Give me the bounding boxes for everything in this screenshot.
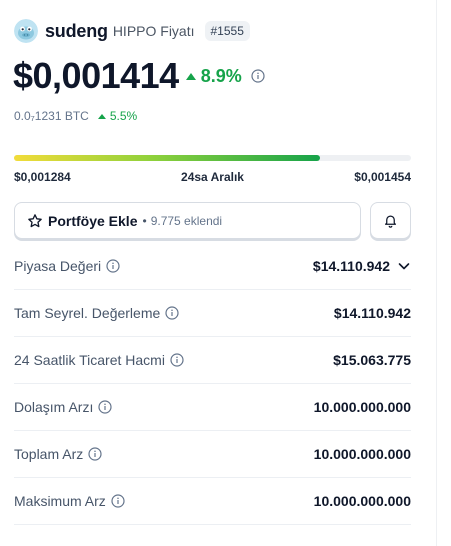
panel-divider: [436, 0, 437, 546]
stat-label: Tam Seyrel. Değerleme: [14, 305, 179, 321]
info-icon[interactable]: [88, 447, 102, 461]
range-labels: $0,001284 24sa Aralık $0,001454: [14, 170, 411, 186]
range-label: 24sa Aralık: [181, 170, 244, 184]
stat-row-max-supply: Maksimum Arz 10.000.000.000: [14, 478, 411, 525]
info-icon[interactable]: [165, 306, 179, 320]
stat-label: Piyasa Değeri: [14, 258, 120, 274]
range-bar: [14, 155, 411, 161]
range-low: $0,001284: [14, 170, 71, 184]
stat-value[interactable]: $14.110.942: [313, 258, 411, 274]
price-row: $0,001414 8.9%: [13, 55, 265, 96]
stat-label-text: Dolaşım Arzı: [14, 399, 94, 415]
stat-label: Maksimum Arz: [14, 493, 125, 509]
caret-up-icon: [185, 72, 196, 80]
portfolio-label: Portföye Ekle: [48, 212, 138, 229]
price-change: 8.9%: [185, 65, 242, 87]
btc-price: 0.0₇1231 BTC: [14, 109, 89, 123]
stat-label: Toplam Arz: [14, 446, 102, 462]
stat-value: $14.110.942: [333, 305, 411, 321]
stat-label: 24 Saatlik Ticaret Hacmi: [14, 352, 184, 368]
coin-header: sudeng HIPPO Fiyatı #1555: [14, 18, 250, 44]
info-icon[interactable]: [111, 494, 125, 508]
rank-badge: #1555: [204, 21, 250, 41]
current-price: $0,001414: [13, 55, 179, 96]
stat-label-text: Tam Seyrel. Değerleme: [14, 305, 161, 321]
stat-label-text: Toplam Arz: [14, 446, 84, 462]
stat-label-text: Maksimum Arz: [14, 493, 106, 509]
star-icon: [27, 213, 43, 229]
price-alert-button[interactable]: [370, 202, 411, 239]
info-icon[interactable]: [170, 353, 184, 367]
stat-value: $15.063.775: [333, 352, 411, 368]
price-change-value: 8.9%: [200, 65, 242, 86]
stat-row-fdv: Tam Seyrel. Değerleme $14.110.942: [14, 290, 411, 337]
portfolio-count: 9.775 eklendi: [150, 213, 223, 228]
stat-row-circulating-supply: Dolaşım Arzı 10.000.000.000: [14, 384, 411, 431]
stat-row-market-cap: Piyasa Değeri $14.110.942: [14, 243, 411, 290]
stat-row-volume: 24 Saatlik Ticaret Hacmi $15.063.775: [14, 337, 411, 384]
add-to-portfolio-button[interactable]: Portföye Ekle • 9.775 eklendi: [14, 202, 361, 239]
range-high: $0,001454: [354, 170, 411, 184]
info-icon[interactable]: [98, 400, 112, 414]
coin-subtitle: HIPPO Fiyatı: [112, 23, 195, 39]
caret-up-icon: [97, 113, 106, 119]
stats-list: Piyasa Değeri $14.110.942 Tam Seyrel. De…: [14, 243, 411, 525]
separator-dot: •: [142, 213, 147, 228]
stat-label: Dolaşım Arzı: [14, 399, 112, 415]
info-icon[interactable]: [251, 69, 265, 83]
stat-row-total-supply: Toplam Arz 10.000.000.000: [14, 431, 411, 478]
range-bar-fill: [14, 155, 320, 161]
stat-value: 10.000.000.000: [313, 399, 411, 415]
stat-label-text: 24 Saatlik Ticaret Hacmi: [14, 352, 165, 368]
btc-change: 5.5%: [97, 109, 138, 123]
stat-value: 10.000.000.000: [313, 446, 411, 462]
chevron-down-icon[interactable]: [397, 259, 411, 273]
stat-label-text: Piyasa Değeri: [14, 258, 102, 274]
btc-change-value: 5.5%: [109, 109, 138, 123]
coin-logo: [14, 19, 38, 43]
bell-icon: [383, 213, 398, 228]
coin-name: sudeng: [45, 20, 108, 41]
btc-price-row: 0.0₇1231 BTC 5.5%: [14, 108, 137, 124]
info-icon[interactable]: [106, 259, 120, 273]
stat-value: 10.000.000.000: [313, 493, 411, 509]
stat-value-text: $14.110.942: [312, 258, 390, 274]
